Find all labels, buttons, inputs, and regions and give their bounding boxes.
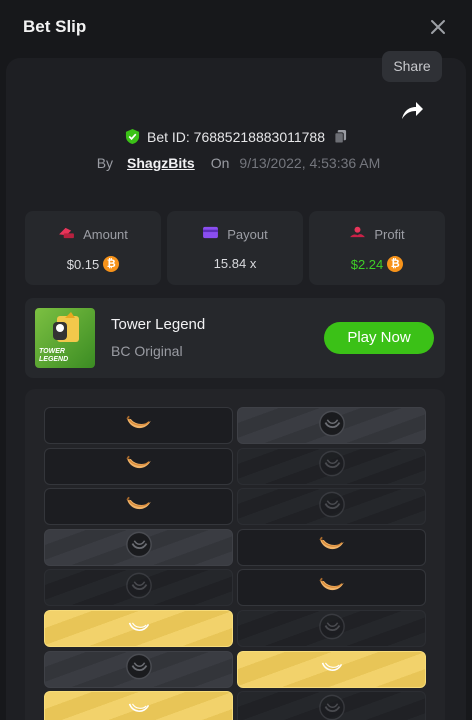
bet-meta-row: By ShagzBits On 9/13/2022, 4:53:36 AM — [0, 155, 472, 177]
banana-icon — [125, 454, 153, 479]
banana-icon — [125, 413, 153, 438]
tower-tile — [237, 650, 426, 688]
banana-icon — [128, 618, 150, 639]
tower-tile — [237, 407, 426, 444]
skull-coin-icon — [125, 531, 153, 564]
tower-tile — [237, 569, 426, 607]
tower-tile — [237, 528, 426, 566]
tower-tile — [44, 407, 233, 444]
profit-card: Profit $2.24 ₿ — [309, 211, 445, 285]
banana-icon — [128, 699, 150, 720]
tower-tile — [44, 691, 233, 720]
tower-tile — [44, 650, 233, 688]
share-tooltip: Share — [382, 51, 442, 82]
play-now-button[interactable]: Play Now — [324, 322, 434, 354]
payout-card-icon — [202, 226, 219, 242]
game-thumbnail[interactable]: TOWER LEGEND — [35, 308, 95, 368]
tower-tile — [237, 691, 426, 720]
profit-value: $2.24 — [350, 256, 384, 272]
amount-icon — [58, 226, 75, 242]
profit-icon — [349, 226, 366, 242]
amount-value: $0.15 — [66, 256, 100, 272]
bet-id-text: Bet ID: 76885218883011788 — [146, 128, 325, 145]
stats-row: Amount $0.15 ₿ Payout 15.84 x Profit $2.… — [25, 211, 445, 285]
game-name[interactable]: Tower Legend — [111, 316, 205, 333]
tower-tile — [237, 488, 426, 526]
user-link[interactable]: ShagzBits — [127, 155, 195, 171]
skull-coin-icon — [318, 490, 346, 523]
game-subtitle: BC Original — [111, 343, 183, 359]
tower-tile — [44, 569, 233, 607]
skull-coin-icon — [318, 450, 346, 483]
close-icon[interactable] — [428, 17, 448, 37]
banana-icon — [125, 494, 153, 519]
tower-tile — [44, 488, 233, 526]
share-arrow-icon[interactable] — [399, 98, 425, 122]
bitcoin-icon: ₿ — [103, 256, 120, 272]
tower-tile — [237, 610, 426, 647]
skull-coin-icon — [125, 653, 153, 686]
modal-title: Bet Slip — [23, 17, 87, 36]
payout-card: Payout 15.84 x — [167, 211, 303, 285]
shield-check-icon — [125, 128, 140, 145]
bet-date: 9/13/2022, 4:53:36 AM — [239, 155, 381, 171]
payout-value: 15.84 x — [213, 256, 257, 271]
bet-id-row: Bet ID: 76885218883011788 — [0, 128, 472, 152]
skull-coin-icon — [318, 693, 346, 720]
copy-icon[interactable] — [334, 129, 347, 144]
skull-coin-icon — [125, 571, 153, 604]
payout-label: Payout — [227, 226, 268, 242]
game-card: TOWER LEGEND Tower Legend BC Original Pl… — [25, 298, 445, 378]
amount-label: Amount — [83, 226, 128, 242]
banana-icon — [321, 659, 343, 680]
skull-coin-icon — [318, 612, 346, 645]
tower-tile — [44, 610, 233, 647]
bet-slip-modal: Bet Slip Share Bet ID: 76885218883011788… — [0, 0, 472, 720]
by-label: By — [96, 155, 114, 171]
amount-card: Amount $0.15 ₿ — [25, 211, 161, 285]
tower-board — [25, 389, 445, 720]
banana-icon — [318, 575, 346, 600]
bitcoin-icon: ₿ — [387, 256, 404, 272]
profit-label: Profit — [374, 226, 405, 242]
banana-icon — [318, 535, 346, 560]
on-label: On — [210, 155, 230, 171]
tower-tile — [44, 528, 233, 566]
skull-coin-icon — [318, 409, 346, 442]
game-thumb-text: TOWER LEGEND — [39, 348, 69, 363]
modal-header: Bet Slip — [0, 0, 472, 56]
tower-tile — [237, 447, 426, 485]
tower-tile — [44, 447, 233, 485]
